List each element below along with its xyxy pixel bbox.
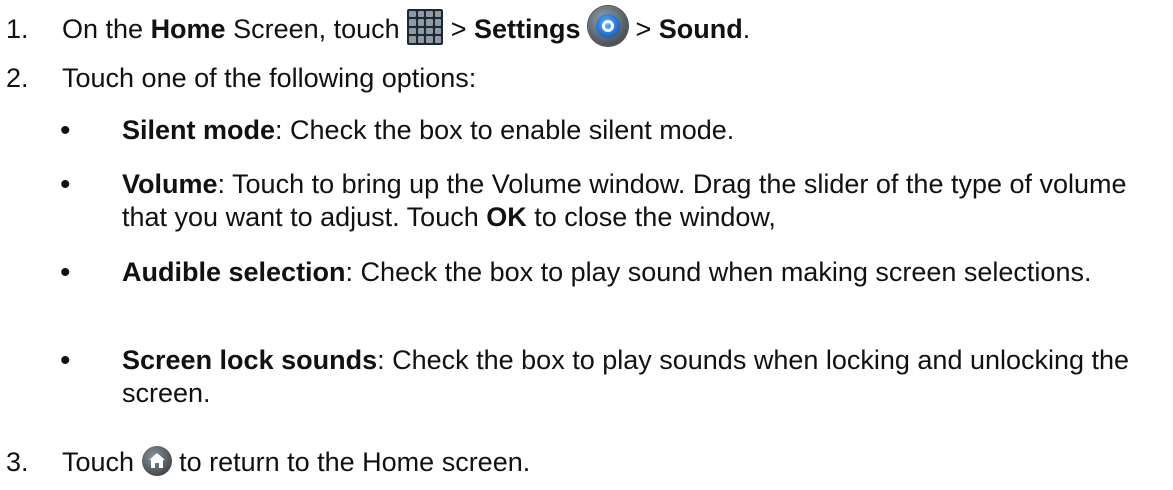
bullet-dot: • bbox=[60, 114, 71, 147]
step-text: Touch to return to the Home screen. bbox=[62, 445, 531, 477]
step-number: 2. bbox=[6, 63, 29, 93]
option-term: Audible selection bbox=[122, 257, 346, 287]
step-text: On the Home Screen, touch > Settings > S… bbox=[62, 5, 750, 46]
option-term: Volume bbox=[122, 169, 218, 199]
bullet-dot: • bbox=[60, 344, 71, 377]
home-icon bbox=[141, 445, 172, 476]
app-grid-icon bbox=[407, 8, 444, 45]
option-term: Silent mode bbox=[122, 115, 276, 145]
home-label: Home bbox=[150, 14, 226, 44]
option-term: Screen lock sounds bbox=[122, 345, 378, 375]
step-number: 3. bbox=[6, 447, 29, 477]
bullet-dot: • bbox=[60, 168, 71, 201]
step-text: Touch one of the following options: bbox=[62, 63, 477, 93]
settings-icon bbox=[588, 5, 628, 46]
settings-label: Settings bbox=[473, 14, 581, 44]
sound-label: Sound bbox=[658, 14, 743, 44]
bullet-dot: • bbox=[60, 256, 71, 289]
ok-label: OK bbox=[486, 202, 527, 232]
step-number: 1. bbox=[6, 14, 29, 44]
